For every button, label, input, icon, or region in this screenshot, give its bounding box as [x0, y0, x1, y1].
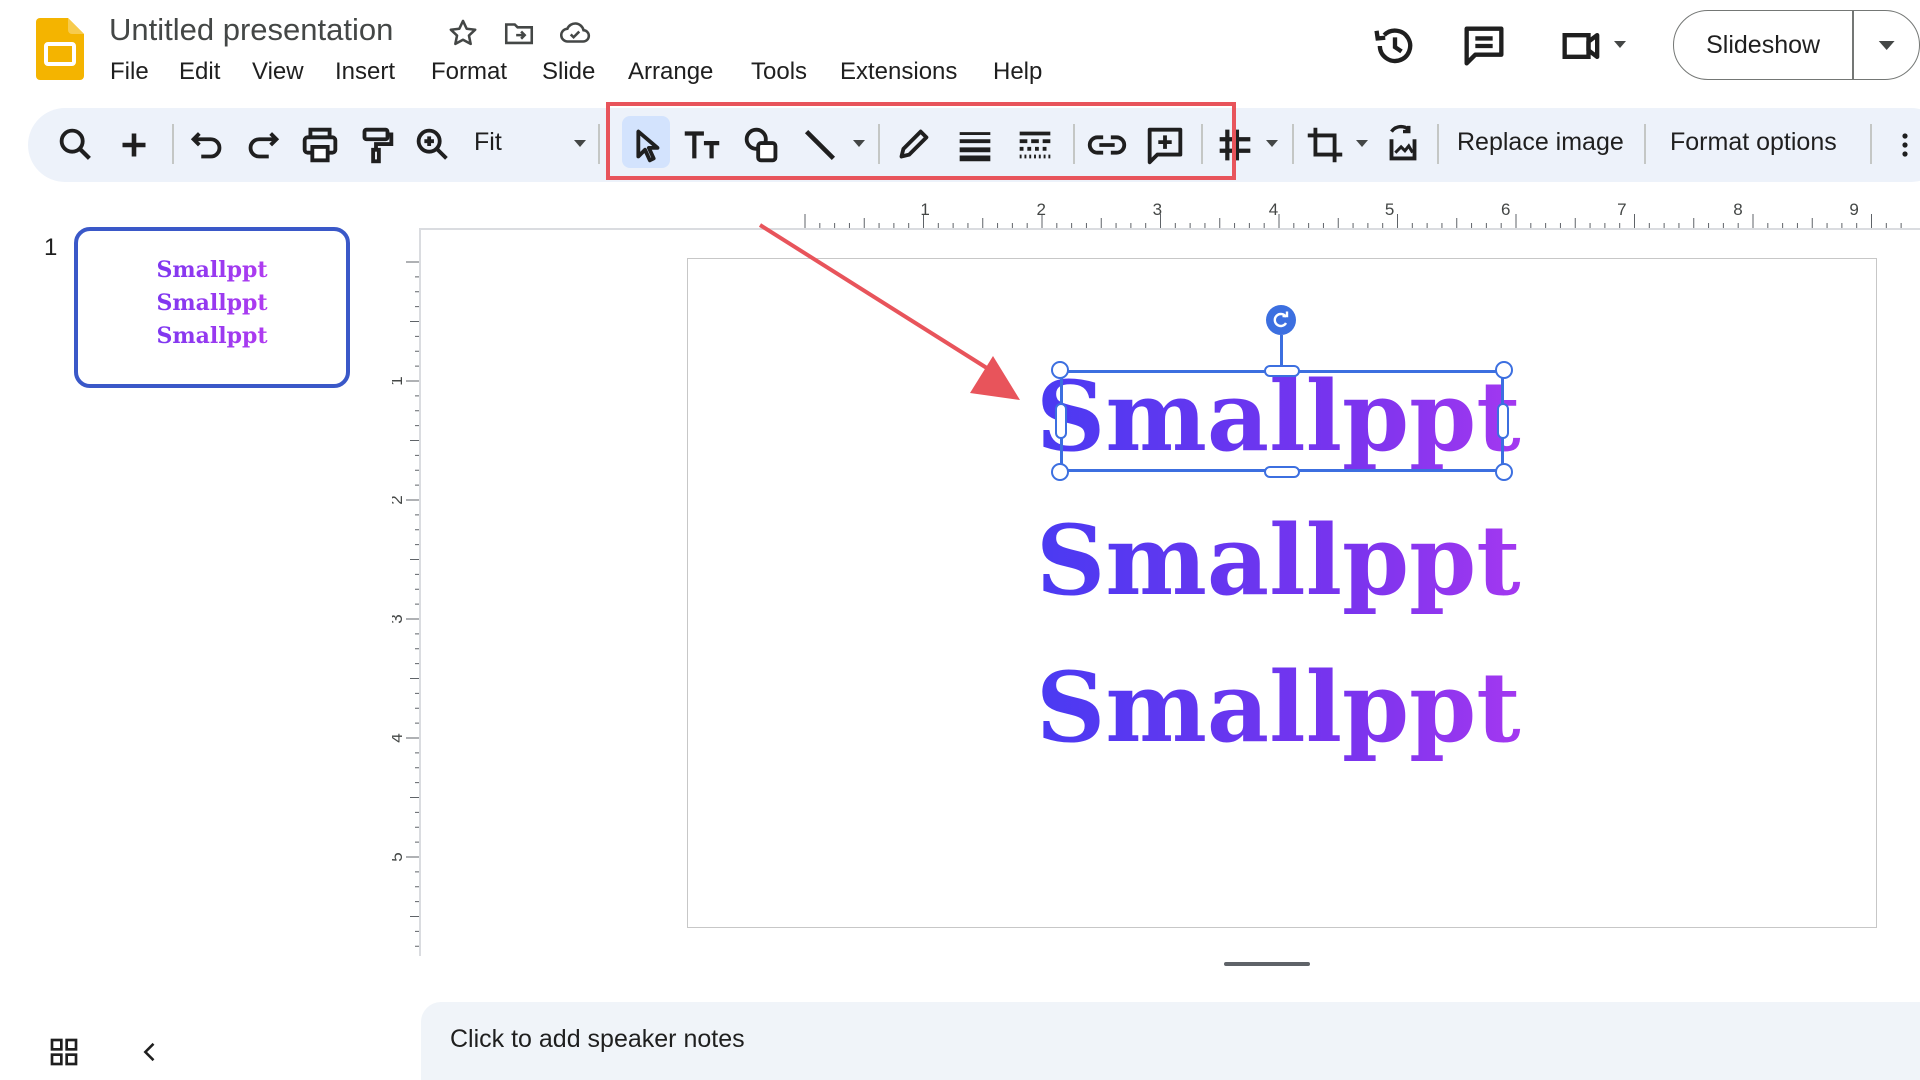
slideshow-label: Slideshow — [1706, 30, 1821, 59]
ruler-label: 9 — [1849, 200, 1858, 219]
replace-image-button[interactable]: Replace image — [1457, 128, 1624, 157]
ruler-baseline — [419, 228, 1920, 230]
add-icon[interactable] — [111, 122, 157, 168]
ruler-label: 4 — [1269, 200, 1278, 219]
meet-icon[interactable] — [1556, 20, 1608, 72]
speaker-notes-placeholder[interactable]: Click to add speaker notes — [450, 1025, 745, 1054]
menu-view[interactable]: View — [252, 58, 304, 86]
menu-insert[interactable]: Insert — [335, 58, 395, 86]
slides-logo-icon[interactable] — [36, 18, 84, 80]
move-folder-icon[interactable] — [502, 16, 536, 50]
resize-handle-ne[interactable] — [1495, 361, 1513, 379]
history-icon[interactable] — [1369, 20, 1421, 72]
search-icon[interactable] — [53, 122, 99, 168]
mask-dropdown-icon[interactable] — [1264, 137, 1280, 149]
menu-slide[interactable]: Slide — [542, 58, 595, 86]
resize-handle-nw[interactable] — [1051, 361, 1069, 379]
toolbar-divider — [1870, 124, 1872, 164]
resize-handle-e[interactable] — [1497, 403, 1509, 439]
zoom-icon[interactable] — [410, 122, 456, 168]
reset-image-icon[interactable] — [1380, 122, 1426, 168]
resize-handle-s[interactable] — [1264, 466, 1300, 478]
menu-format[interactable]: Format — [431, 58, 507, 86]
menu-arrange[interactable]: Arrange — [628, 58, 713, 86]
thumb-text: Smallppt — [78, 323, 346, 349]
star-icon[interactable] — [446, 16, 480, 50]
thumb-text: Smallppt — [78, 290, 346, 316]
undo-icon[interactable] — [184, 122, 230, 168]
comments-icon[interactable] — [1458, 20, 1510, 72]
ruler-label: 1 — [392, 376, 406, 385]
more-icon[interactable] — [1898, 129, 1912, 161]
horizontal-ruler[interactable]: 1 2 3 4 5 6 7 8 9 — [690, 200, 1920, 230]
vertical-ruler[interactable]: 1 2 3 4 5 — [392, 258, 422, 958]
zoom-select[interactable]: Fit — [474, 128, 502, 157]
menu-help[interactable]: Help — [993, 58, 1042, 86]
toolbar-divider — [172, 124, 174, 164]
toolbar-divider — [1292, 124, 1294, 164]
resize-handle-w[interactable] — [1055, 403, 1067, 439]
ruler-label: 5 — [392, 852, 406, 861]
ruler-label: 2 — [1037, 200, 1046, 219]
ruler-label: 8 — [1733, 200, 1742, 219]
slide-text-2[interactable]: Smallppt — [1036, 506, 1736, 616]
meet-dropdown-icon[interactable] — [1612, 38, 1628, 50]
slide-thumbnail[interactable]: Smallppt Smallppt Smallppt — [74, 227, 350, 388]
menu-edit[interactable]: Edit — [179, 58, 220, 86]
zoom-dropdown-icon[interactable] — [572, 137, 588, 149]
toolbar-highlight-box — [606, 102, 1236, 180]
ruler-baseline — [419, 228, 421, 956]
ruler-label: 1 — [920, 200, 929, 219]
ruler-label: 3 — [392, 614, 406, 623]
selection-box — [1060, 370, 1504, 472]
ruler-label: 5 — [1385, 200, 1394, 219]
slideshow-button[interactable]: Slideshow — [1673, 10, 1920, 80]
cloud-saved-icon[interactable] — [558, 16, 592, 50]
ruler-label: 4 — [392, 733, 406, 742]
grid-view-icon[interactable] — [48, 1036, 80, 1068]
paint-format-icon[interactable] — [353, 122, 399, 168]
format-options-button[interactable]: Format options — [1670, 128, 1837, 157]
menu-file[interactable]: File — [110, 58, 149, 86]
toolbar-divider — [1437, 124, 1439, 164]
crop-icon[interactable] — [1302, 122, 1348, 168]
ruler-label: 7 — [1617, 200, 1626, 219]
resize-handle-sw[interactable] — [1051, 463, 1069, 481]
ruler-label: 3 — [1153, 200, 1162, 219]
menu-tools[interactable]: Tools — [751, 58, 807, 86]
print-icon[interactable] — [297, 122, 343, 168]
ruler-label: 6 — [1501, 200, 1510, 219]
crop-dropdown-icon[interactable] — [1354, 137, 1370, 149]
toolbar-divider — [1644, 124, 1646, 164]
document-title[interactable]: Untitled presentation — [109, 12, 393, 48]
rotate-handle-icon[interactable] — [1266, 305, 1296, 335]
collapse-icon[interactable] — [136, 1038, 164, 1066]
slide-text-3[interactable]: Smallppt — [1036, 653, 1736, 763]
notes-resize-handle[interactable] — [1224, 962, 1310, 966]
ruler-label: 2 — [392, 495, 406, 504]
resize-handle-n[interactable] — [1264, 365, 1300, 377]
menu-extensions[interactable]: Extensions — [840, 58, 957, 86]
redo-icon[interactable] — [240, 122, 286, 168]
thumb-text: Smallppt — [78, 257, 346, 283]
resize-handle-se[interactable] — [1495, 463, 1513, 481]
slide-number: 1 — [44, 234, 58, 261]
toolbar-divider — [598, 124, 600, 164]
slideshow-dropdown-icon[interactable] — [1854, 35, 1919, 55]
